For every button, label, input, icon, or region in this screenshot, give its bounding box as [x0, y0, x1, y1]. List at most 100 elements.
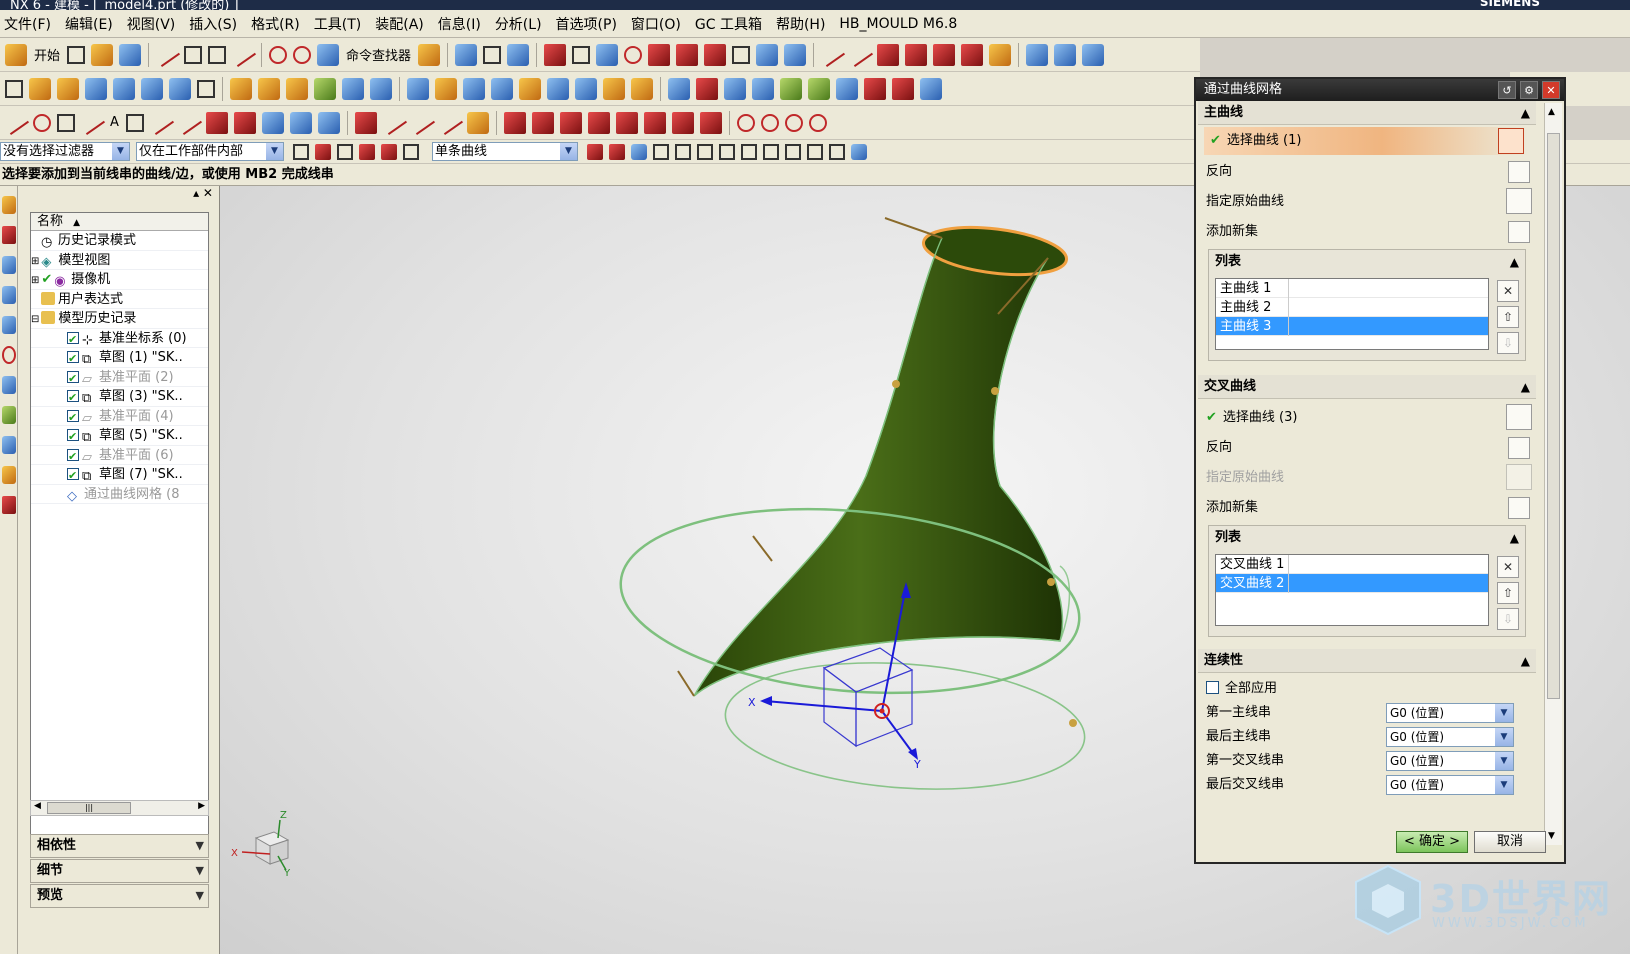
render-style-icon[interactable]	[624, 45, 643, 64]
ellipse-icon[interactable]	[784, 113, 803, 132]
collapse-icon[interactable]: ▲	[1521, 649, 1530, 673]
system-scenes-icon[interactable]	[2, 466, 16, 484]
list-item[interactable]: 交叉曲线 1	[1216, 555, 1488, 574]
select-curve-icon[interactable]	[1506, 404, 1532, 430]
primary-curves-header[interactable]: 主曲线 ▲	[1198, 101, 1536, 125]
ok-button[interactable]: < 确定 >	[1396, 831, 1468, 853]
save-icon[interactable]	[119, 43, 142, 66]
list-item-selected[interactable]: 交叉曲线 2	[1216, 574, 1488, 593]
sketch-extend-icon[interactable]	[615, 111, 638, 134]
list-item-selected[interactable]: 主曲线 3	[1216, 317, 1488, 336]
menu-file[interactable]: 文件(F)	[4, 14, 51, 34]
through-curves-icon[interactable]	[668, 77, 690, 100]
close-icon[interactable]: ✕	[1542, 81, 1560, 99]
menu-hb-mould[interactable]: HB_MOULD M6.8	[839, 16, 957, 32]
subtract-icon[interactable]	[342, 77, 364, 100]
dialog-titlebar[interactable]: 通过曲线网格 ↺ ⚙ ✕	[1196, 79, 1564, 101]
cone-icon[interactable]	[141, 77, 163, 100]
tree-item-feature[interactable]: ◇ 通过曲线网格 (8	[31, 485, 208, 504]
list-item[interactable]: 主曲线 2	[1216, 298, 1488, 317]
pan-icon[interactable]	[507, 43, 530, 66]
start-icon[interactable]	[5, 43, 27, 66]
navigator-horizontal-scrollbar[interactable]: ◀ ||| ▶	[30, 800, 209, 816]
point-on-curve-icon[interactable]	[807, 143, 823, 160]
thicken-icon[interactable]	[920, 77, 942, 100]
remove-icon[interactable]: ✕	[1497, 280, 1519, 302]
scrollbar-thumb[interactable]	[1547, 133, 1560, 699]
redo-icon[interactable]	[293, 45, 312, 64]
hole-icon[interactable]	[197, 79, 215, 98]
sew-icon[interactable]	[836, 77, 858, 100]
cross-list-header[interactable]: 列表 ▲	[1209, 526, 1525, 550]
part-navigator-icon[interactable]	[2, 256, 16, 274]
polygon-icon[interactable]	[125, 113, 144, 132]
snap-icon[interactable]	[293, 143, 309, 160]
show-icon[interactable]	[676, 43, 699, 66]
database-icon[interactable]	[1026, 43, 1049, 66]
endpoint-icon[interactable]	[675, 143, 691, 160]
list-item[interactable]: 主曲线 1	[1216, 279, 1488, 298]
roles-icon[interactable]	[2, 436, 16, 454]
menu-format[interactable]: 格式(R)	[251, 14, 300, 34]
split-body-icon[interactable]	[603, 77, 625, 100]
reverse-direction-icon[interactable]	[1508, 437, 1530, 459]
menu-assembly[interactable]: 装配(A)	[375, 14, 424, 34]
gc-tool-4-icon[interactable]	[961, 43, 984, 66]
offset-face-icon[interactable]	[631, 77, 653, 100]
sketch-spline-icon[interactable]	[671, 111, 694, 134]
cut-icon[interactable]	[153, 42, 181, 67]
isometric-view-icon[interactable]	[596, 43, 619, 66]
project-curve-icon[interactable]	[233, 111, 256, 134]
menu-info[interactable]: 信息(I)	[438, 14, 481, 34]
background-icon[interactable]	[732, 45, 751, 64]
n-sided-surface-icon[interactable]	[780, 77, 802, 100]
trim-body-icon[interactable]	[575, 77, 597, 100]
feature-filter-icon[interactable]	[315, 143, 331, 160]
sketch-arc-icon[interactable]	[531, 111, 554, 134]
bounded-plane-icon[interactable]	[808, 77, 830, 100]
selection-filter-select[interactable]: 没有选择过滤器 ▼	[0, 142, 130, 161]
conic-icon[interactable]	[808, 113, 827, 132]
mesh-surface[interactable]	[613, 220, 1089, 800]
delete-icon[interactable]	[229, 42, 257, 67]
menu-analysis[interactable]: 分析(L)	[495, 14, 542, 34]
collapse-icon[interactable]: ▲	[1510, 250, 1519, 274]
tree-item-cameras[interactable]: ⊞ ✔ ◉ 摄像机	[31, 270, 208, 290]
hide-icon[interactable]	[648, 43, 671, 66]
preview-panel[interactable]: 预览 ▼	[30, 884, 209, 908]
visibility-checkbox[interactable]	[67, 408, 79, 427]
dependencies-panel[interactable]: 相依性 ▼	[30, 834, 209, 858]
tree-item-history-mode[interactable]: ◷ 历史记录模式	[31, 231, 208, 251]
divide-curve-icon[interactable]	[436, 110, 463, 135]
apply-all-checkbox[interactable]	[1206, 681, 1219, 694]
expand-icon[interactable]: ⊞	[31, 275, 39, 286]
midpoint-icon[interactable]	[697, 143, 713, 160]
tree-item-feature[interactable]: ⊹ 基准坐标系 (0)	[31, 329, 208, 349]
intersection-point-icon[interactable]	[741, 143, 757, 160]
visibility-checkbox[interactable]	[67, 388, 79, 407]
probe-icon[interactable]	[1054, 43, 1077, 66]
move-up-icon[interactable]: ⇧	[1497, 582, 1519, 604]
rect-select-icon[interactable]	[403, 143, 419, 160]
zoom-icon[interactable]	[483, 45, 502, 64]
scroll-up-icon[interactable]: ▲	[1548, 107, 1555, 117]
menu-insert[interactable]: 插入(S)	[189, 14, 237, 34]
tree-item-feature[interactable]: ⧉ 草图 (5) "SK..	[31, 426, 208, 446]
expand-icon[interactable]: ⊞	[31, 256, 39, 267]
unite-icon[interactable]	[314, 77, 336, 100]
add-new-set-icon[interactable]	[1508, 497, 1530, 519]
through-curve-mesh-icon[interactable]	[696, 77, 718, 100]
arc-icon[interactable]	[33, 113, 51, 132]
shell-icon[interactable]	[463, 77, 485, 100]
text-icon[interactable]: A	[110, 115, 119, 130]
tree-item-model-history[interactable]: ⊟ 模型历史记录	[31, 309, 208, 329]
cross-select-curve[interactable]: ✔ 选择曲线 (3)	[1198, 403, 1536, 433]
visibility-checkbox[interactable]	[67, 427, 79, 446]
sketch-fillet-icon[interactable]	[559, 111, 582, 134]
collapse-icon[interactable]: ⊟	[31, 314, 39, 325]
bridge-curve-icon[interactable]	[354, 111, 377, 134]
helix-icon[interactable]	[175, 110, 202, 135]
reuse-library-icon[interactable]	[2, 286, 16, 304]
offset-curve-icon[interactable]	[205, 111, 228, 134]
touch-icon[interactable]	[418, 43, 441, 66]
